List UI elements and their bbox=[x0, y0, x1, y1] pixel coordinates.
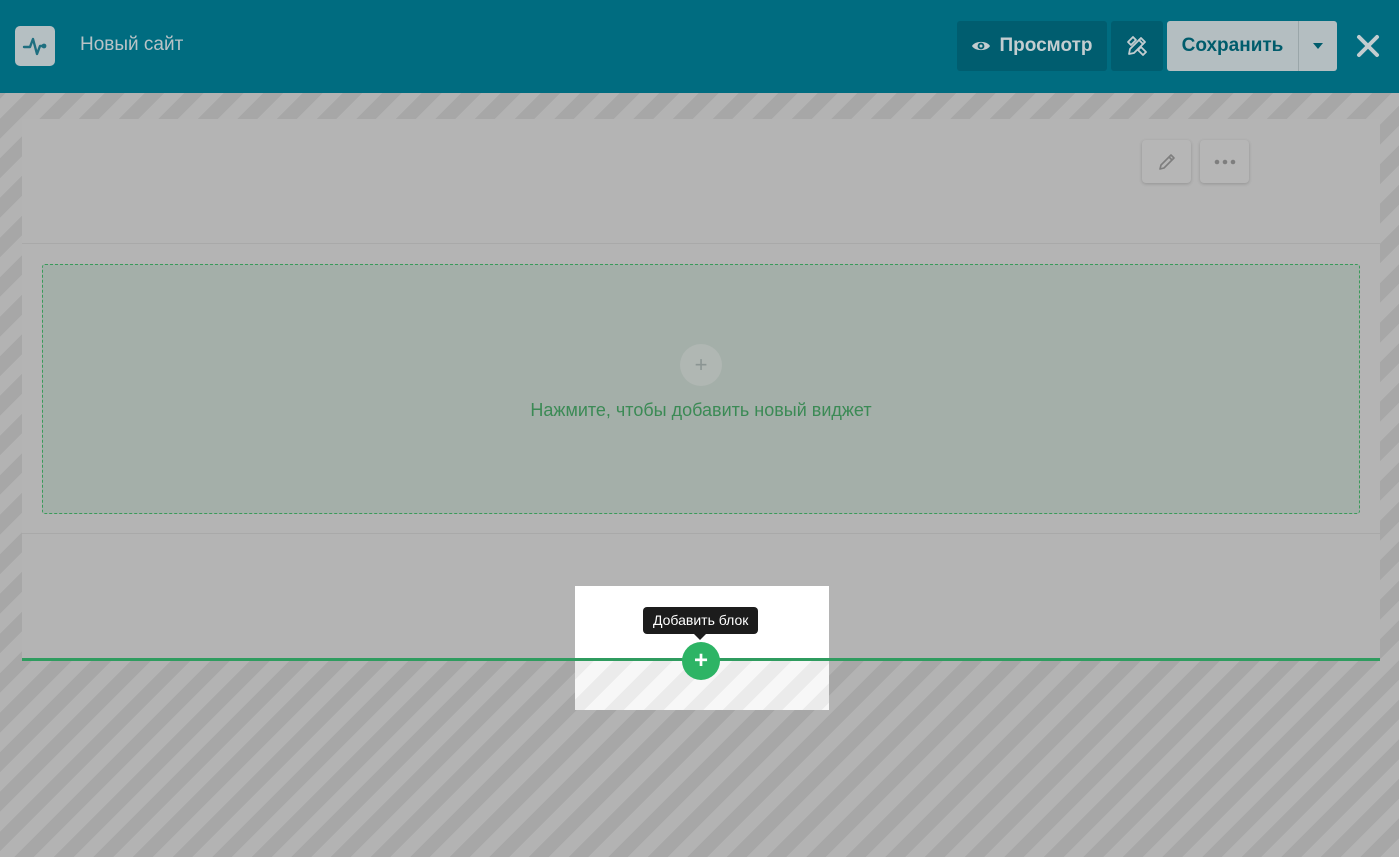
preview-label: Просмотр bbox=[999, 35, 1093, 56]
logo[interactable] bbox=[15, 26, 55, 66]
page-block: + Нажмите, чтобы добавить новый виджет bbox=[22, 119, 1380, 660]
edit-block-button[interactable] bbox=[1142, 140, 1191, 183]
add-widget-text[interactable]: Нажмите, чтобы добавить новый виджет bbox=[43, 399, 1359, 421]
design-tools-button[interactable] bbox=[1111, 21, 1163, 71]
design-tools-icon bbox=[1127, 36, 1147, 56]
save-label: Сохранить bbox=[1181, 35, 1284, 56]
add-block-tooltip: Добавить блок bbox=[643, 607, 759, 634]
more-dots-icon bbox=[1214, 159, 1235, 164]
top-bar: Новый сайт Просмотр Сохранить bbox=[0, 0, 1399, 93]
block-header bbox=[22, 119, 1380, 244]
add-widget-icon[interactable]: + bbox=[680, 344, 722, 386]
add-block-button[interactable]: + bbox=[682, 642, 720, 680]
pulse-icon bbox=[22, 37, 47, 56]
more-options-button[interactable] bbox=[1200, 140, 1249, 183]
close-button[interactable] bbox=[1350, 28, 1386, 64]
caret-down-icon bbox=[1313, 43, 1323, 49]
preview-button[interactable]: Просмотр bbox=[957, 21, 1107, 71]
add-widget-area[interactable]: + Нажмите, чтобы добавить новый виджет bbox=[42, 264, 1360, 514]
close-icon bbox=[1357, 35, 1379, 57]
save-button[interactable]: Сохранить bbox=[1167, 21, 1298, 71]
site-title: Новый сайт bbox=[80, 34, 184, 55]
eye-icon bbox=[972, 41, 991, 51]
pencil-icon bbox=[1158, 153, 1175, 170]
tooltip-arrow bbox=[694, 634, 706, 640]
save-dropdown-button[interactable] bbox=[1298, 21, 1337, 71]
